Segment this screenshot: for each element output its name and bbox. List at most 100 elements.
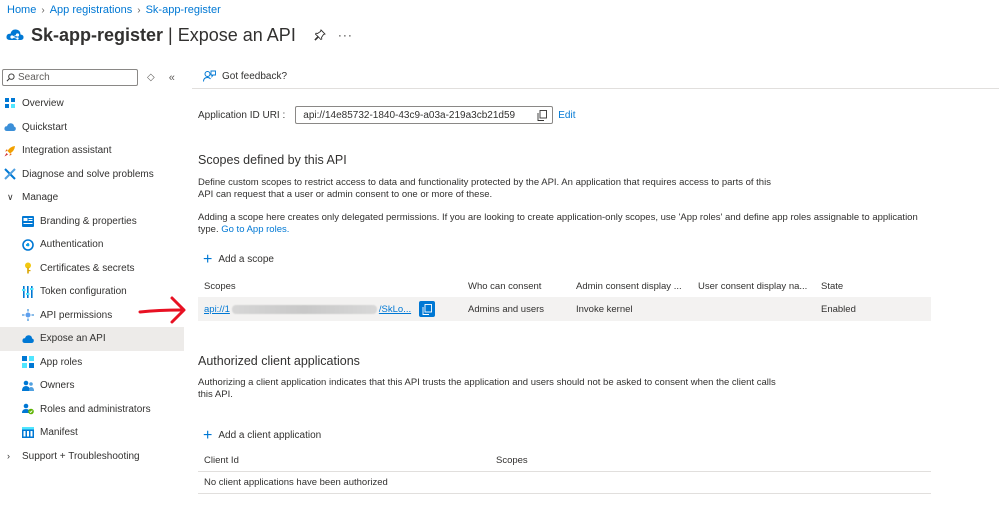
table-row[interactable]: api://1 /SkLo... Admins and users Invoke…: [198, 297, 931, 321]
sidebar-item-label: API permissions: [40, 309, 113, 321]
scope-link[interactable]: api://1 /SkLo...: [204, 304, 411, 315]
roles-icon: [22, 403, 34, 415]
app-cloud-icon: [6, 29, 24, 40]
sidebar-item-quickstart[interactable]: Quickstart: [0, 116, 184, 140]
branding-icon: [22, 215, 34, 227]
breadcrumb: Home › App registrations › Sk-app-regist…: [7, 4, 221, 16]
add-client-label: Add a client application: [218, 430, 322, 441]
main-content: Got feedback? Application ID URI : api:/…: [192, 66, 999, 526]
application-id-value: api://14e85732-1840-43c9-a03a-219a3cb21d…: [303, 109, 516, 121]
sidebar-item-label: Support + Troubleshooting: [22, 450, 140, 462]
edit-link[interactable]: Edit: [558, 110, 575, 121]
app-roles-icon: [22, 356, 34, 369]
overview-icon: [4, 98, 16, 110]
sidebar-search-box[interactable]: [2, 69, 138, 86]
sidebar-item-authentication[interactable]: Authentication: [0, 233, 184, 257]
api-permissions-icon: [22, 309, 34, 322]
title-separator: |: [168, 24, 173, 45]
copy-scope-button[interactable]: [419, 301, 436, 317]
sidebar-nav: Overview Quickstart Integration assistan…: [0, 92, 184, 468]
got-feedback-button[interactable]: Got feedback?: [203, 70, 287, 82]
scope-cell: api://1 /SkLo...: [198, 301, 462, 317]
who-can-consent-cell: Admins and users: [468, 303, 545, 315]
sidebar-item-integration-assistant[interactable]: Integration assistant: [0, 139, 184, 163]
sidebar-item-manifest[interactable]: Manifest: [0, 421, 184, 445]
token-icon: [22, 285, 34, 298]
sidebar-item-roles-administrators[interactable]: Roles and administrators: [0, 398, 184, 422]
page-subtitle: Expose an API: [177, 24, 296, 45]
sidebar-search-row: ◇ «: [2, 69, 175, 86]
clients-description: Authorizing a client application indicat…: [198, 377, 776, 400]
add-scope-button[interactable]: + Add a scope: [203, 250, 274, 268]
sidebar-group-manage[interactable]: ∨ Manage: [0, 186, 184, 210]
redacted-block: [231, 304, 377, 314]
sidebar-item-label: Overview: [22, 98, 64, 110]
collapse-sidebar-icon[interactable]: «: [169, 72, 175, 84]
sidebar-item-label: Manage: [22, 192, 59, 204]
add-client-application-button[interactable]: + Add a client application: [203, 426, 322, 444]
application-id-field[interactable]: api://14e85732-1840-43c9-a03a-219a3cb21d…: [295, 106, 554, 124]
column-header-who-can-consent[interactable]: Who can consent: [462, 281, 570, 292]
column-header-state[interactable]: State: [815, 281, 931, 292]
breadcrumb-home[interactable]: Home: [7, 4, 36, 16]
scopes-description-2-text: Adding a scope here creates only delegat…: [198, 212, 918, 235]
sidebar-item-label: Integration assistant: [22, 145, 112, 157]
sidebar-item-label: App roles: [40, 356, 83, 368]
chevron-down-icon: ∨: [7, 192, 14, 203]
feedback-icon: [203, 70, 216, 82]
column-header-client-id[interactable]: Client Id: [198, 455, 490, 466]
copy-icon[interactable]: [537, 110, 548, 121]
quickstart-icon: [4, 121, 16, 133]
column-header-admin-consent[interactable]: Admin consent display ...: [570, 281, 692, 292]
more-options-icon[interactable]: ···: [338, 28, 353, 42]
sidebar-item-branding[interactable]: Branding & properties: [0, 210, 184, 234]
scopes-description: Define custom scopes to restrict access …: [198, 177, 771, 200]
sidebar-item-owners[interactable]: Owners: [0, 374, 184, 398]
search-icon: [6, 73, 15, 82]
pin-icon[interactable]: [314, 29, 326, 41]
breadcrumb-current[interactable]: Sk-app-register: [146, 4, 221, 16]
column-header-scopes[interactable]: Scopes: [490, 455, 790, 466]
sidebar-item-overview[interactable]: Overview: [0, 92, 184, 116]
admin-consent-cell: Invoke kernel: [576, 303, 633, 315]
scopes-section-title: Scopes defined by this API: [198, 153, 347, 167]
page-title: Sk-app-register: [31, 24, 164, 45]
clients-table-header: Client Id Scopes: [198, 450, 931, 472]
copy-icon: [422, 303, 433, 315]
sidebar-item-label: Certificates & secrets: [40, 262, 135, 274]
sidebar-item-label: Diagnose and solve problems: [22, 168, 154, 180]
table-row: No client applications have been authori…: [198, 472, 931, 494]
expand-collapse-icon[interactable]: ◇: [147, 72, 155, 83]
scopes-table: Scopes Who can consent Admin consent dis…: [198, 275, 931, 321]
sidebar-item-app-roles[interactable]: App roles: [0, 351, 184, 375]
column-header-scopes[interactable]: Scopes: [198, 281, 462, 292]
scope-link-start: api://1: [204, 303, 230, 315]
sidebar-item-expose-an-api[interactable]: Expose an API: [0, 327, 184, 351]
sidebar-item-diagnose[interactable]: Diagnose and solve problems: [0, 163, 184, 187]
scopes-table-header: Scopes Who can consent Admin consent dis…: [198, 275, 931, 297]
clients-section-title: Authorized client applications: [198, 354, 360, 368]
scope-link-end: /SkLo...: [378, 303, 412, 315]
scopes-description-2: Adding a scope here creates only delegat…: [198, 212, 928, 236]
sidebar-item-certificates[interactable]: Certificates & secrets: [0, 257, 184, 281]
sidebar-item-label: Roles and administrators: [40, 403, 151, 415]
plus-icon: +: [203, 426, 213, 444]
sidebar-group-support[interactable]: › Support + Troubleshooting: [0, 445, 184, 469]
sidebar-item-label: Owners: [40, 380, 75, 392]
breadcrumb-chevron-icon: ›: [137, 4, 141, 16]
sidebar-item-label: Manifest: [40, 427, 78, 439]
sidebar-item-label: Token configuration: [40, 286, 127, 298]
add-scope-label: Add a scope: [218, 254, 274, 265]
sidebar-search-input[interactable]: [18, 72, 133, 83]
manifest-icon: [22, 427, 34, 439]
go-to-app-roles-link[interactable]: Go to App roles.: [221, 224, 289, 235]
owners-icon: [22, 380, 34, 392]
breadcrumb-app-registrations[interactable]: App registrations: [50, 4, 133, 16]
sidebar-item-label: Branding & properties: [40, 215, 137, 227]
column-header-user-consent[interactable]: User consent display na...: [692, 281, 815, 292]
key-icon: [22, 262, 34, 274]
plus-icon: +: [203, 250, 213, 268]
sidebar-item-label: Authentication: [40, 239, 104, 251]
clients-table: Client Id Scopes No client applications …: [198, 450, 931, 494]
sidebar-item-label: Expose an API: [40, 333, 106, 345]
